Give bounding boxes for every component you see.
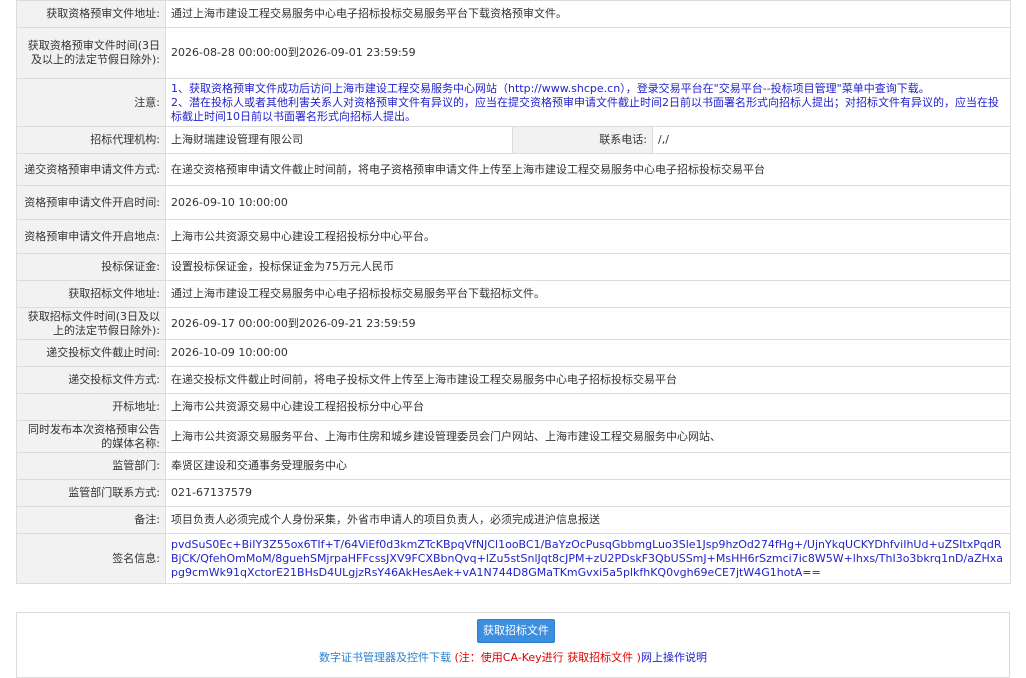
field-label: 签名信息: <box>16 533 166 584</box>
contact-phone: /,/ <box>651 126 1012 154</box>
bid-deadline: 2026-10-09 10:00:00 <box>164 339 1012 367</box>
table-row: 获取招标文件时间(3日及以上的法定节假日除外): 2026-09-17 00:0… <box>16 307 1012 340</box>
tender-doc-time: 2026-09-17 00:00:00到2026-09-21 23:59:59 <box>164 307 1012 340</box>
prequal-doc-address: 通过上海市建设工程交易服务中心电子招标投标交易服务平台下载资格预审文件。 <box>164 0 1012 28</box>
table-row: 开标地址: 上海市公共资源交易中心建设工程招投标分中心平台 <box>16 393 1012 421</box>
table-row: 递交投标文件方式: 在递交投标文件截止时间前，将电子投标文件上传至上海市建设工程… <box>16 366 1012 394</box>
notice-text: 1、获取资格预审文件成功后访问上海市建设工程交易服务中心网站（http://ww… <box>164 78 1012 127</box>
bid-bond: 设置投标保证金，投标保证金为75万元人民币 <box>164 253 1012 281</box>
field-label: 资格预审申请文件开启地点: <box>16 219 166 254</box>
tender-doc-address: 通过上海市建设工程交易服务中心电子招标投标交易服务平台下载招标文件。 <box>164 280 1012 308</box>
field-label: 备注: <box>16 506 166 534</box>
table-row: 递交投标文件截止时间: 2026-10-09 10:00:00 <box>16 339 1012 367</box>
media-names: 上海市公共资源交易服务平台、上海市住房和城乡建设管理委员会门户网站、上海市建设工… <box>164 420 1012 453</box>
prequal-doc-time: 2026-08-28 00:00:00到2026-09-01 23:59:59 <box>164 27 1012 79</box>
field-label: 递交资格预审申请文件方式: <box>16 153 166 186</box>
prequal-open-time: 2026-09-10 10:00:00 <box>164 185 1012 220</box>
supervision-phone: 021-67137579 <box>164 479 1012 507</box>
field-label: 开标地址: <box>16 393 166 421</box>
table-row: 签名信息: pvdSuS0Ec+BiIY3Z55ox6TIf+T/64ViEf0… <box>16 533 1012 584</box>
field-label: 获取招标文件地址: <box>16 280 166 308</box>
table-row: 资格预审申请文件开启时间: 2026-09-10 10:00:00 <box>16 185 1012 220</box>
table-row: 获取资格预审文件时间(3日及以上的法定节假日除外): 2026-08-28 00… <box>16 27 1012 79</box>
signature-info: pvdSuS0Ec+BiIY3Z55ox6TIf+T/64ViEf0d3kmZT… <box>164 533 1012 584</box>
field-label: 招标代理机构: <box>16 126 166 154</box>
table-row: 获取资格预审文件地址: 通过上海市建设工程交易服务中心电子招标投标交易服务平台下… <box>16 0 1012 28</box>
field-label: 获取招标文件时间(3日及以上的法定节假日除外): <box>16 307 166 340</box>
prequal-submit-method: 在递交资格预审申请文件截止时间前，将电子资格预审申请文件上传至上海市建设工程交易… <box>164 153 1012 186</box>
supervision-dept: 奉贤区建设和交通事务受理服务中心 <box>164 452 1012 480</box>
table-row: 监管部门联系方式: 021-67137579 <box>16 479 1012 507</box>
field-label: 获取资格预审文件地址: <box>16 0 166 28</box>
notice-line-2: 2、潜在投标人或者其他利害关系人对资格预审文件有异议的，应当在提交资格预审申请文… <box>171 95 999 123</box>
table-row: 招标代理机构: 上海财瑞建设管理有限公司 联系电话: /,/ <box>16 126 1012 154</box>
table-row: 资格预审申请文件开启地点: 上海市公共资源交易中心建设工程招投标分中心平台。 <box>16 219 1012 254</box>
field-label: 资格预审申请文件开启时间: <box>16 185 166 220</box>
table-row: 获取招标文件地址: 通过上海市建设工程交易服务中心电子招标投标交易服务平台下载招… <box>16 280 1012 308</box>
table-row: 递交资格预审申请文件方式: 在递交资格预审申请文件截止时间前，将电子资格预审申请… <box>16 153 1012 186</box>
prequal-open-place: 上海市公共资源交易中心建设工程招投标分中心平台。 <box>164 219 1012 254</box>
table-row: 同时发布本次资格预审公告的媒体名称: 上海市公共资源交易服务平台、上海市住房和城… <box>16 420 1012 453</box>
ca-key-note: (注：使用CA-Key进行 <box>451 651 568 664</box>
get-tender-doc-link[interactable]: 获取招标文件 <box>567 651 633 664</box>
field-label: 递交投标文件截止时间: <box>16 339 166 367</box>
action-panel: 获取招标文件 数字证书管理器及控件下载 (注：使用CA-Key进行 获取招标文件… <box>16 612 1010 678</box>
ca-key-note-close: ) <box>633 651 641 664</box>
help-links: 数字证书管理器及控件下载 (注：使用CA-Key进行 获取招标文件 )网上操作说… <box>17 651 1009 665</box>
field-label: 获取资格预审文件时间(3日及以上的法定节假日除外): <box>16 27 166 79</box>
remarks: 项目负责人必须完成个人身份采集，外省市申请人的项目负责人，必须完成进沪信息报送 <box>164 506 1012 534</box>
table-row: 监管部门: 奉贤区建设和交通事务受理服务中心 <box>16 452 1012 480</box>
agency-name: 上海财瑞建设管理有限公司 <box>165 126 513 154</box>
notice-line-1: 1、获取资格预审文件成功后访问上海市建设工程交易服务中心网站（http://ww… <box>171 81 930 95</box>
bid-open-address: 上海市公共资源交易中心建设工程招投标分中心平台 <box>164 393 1012 421</box>
online-help-link[interactable]: 网上操作说明 <box>641 651 707 664</box>
get-tender-doc-button[interactable]: 获取招标文件 <box>477 619 555 643</box>
table-row: 备注: 项目负责人必须完成个人身份采集，外省市申请人的项目负责人，必须完成进沪信… <box>16 506 1012 534</box>
field-label: 递交投标文件方式: <box>16 366 166 394</box>
field-label: 同时发布本次资格预审公告的媒体名称: <box>16 420 166 453</box>
table-row: 注意: 1、获取资格预审文件成功后访问上海市建设工程交易服务中心网站（http:… <box>16 78 1012 127</box>
announcement-table: 获取资格预审文件地址: 通过上海市建设工程交易服务中心电子招标投标交易服务平台下… <box>16 0 1012 584</box>
cert-download-link[interactable]: 数字证书管理器及控件下载 <box>319 651 451 664</box>
table-row: 投标保证金: 设置投标保证金，投标保证金为75万元人民币 <box>16 253 1012 281</box>
field-label: 监管部门: <box>16 452 166 480</box>
field-label: 联系电话: <box>512 126 653 154</box>
field-label: 监管部门联系方式: <box>16 479 166 507</box>
field-label: 投标保证金: <box>16 253 166 281</box>
field-label: 注意: <box>16 78 166 127</box>
bid-submit-method: 在递交投标文件截止时间前，将电子投标文件上传至上海市建设工程交易服务中心电子招标… <box>164 366 1012 394</box>
